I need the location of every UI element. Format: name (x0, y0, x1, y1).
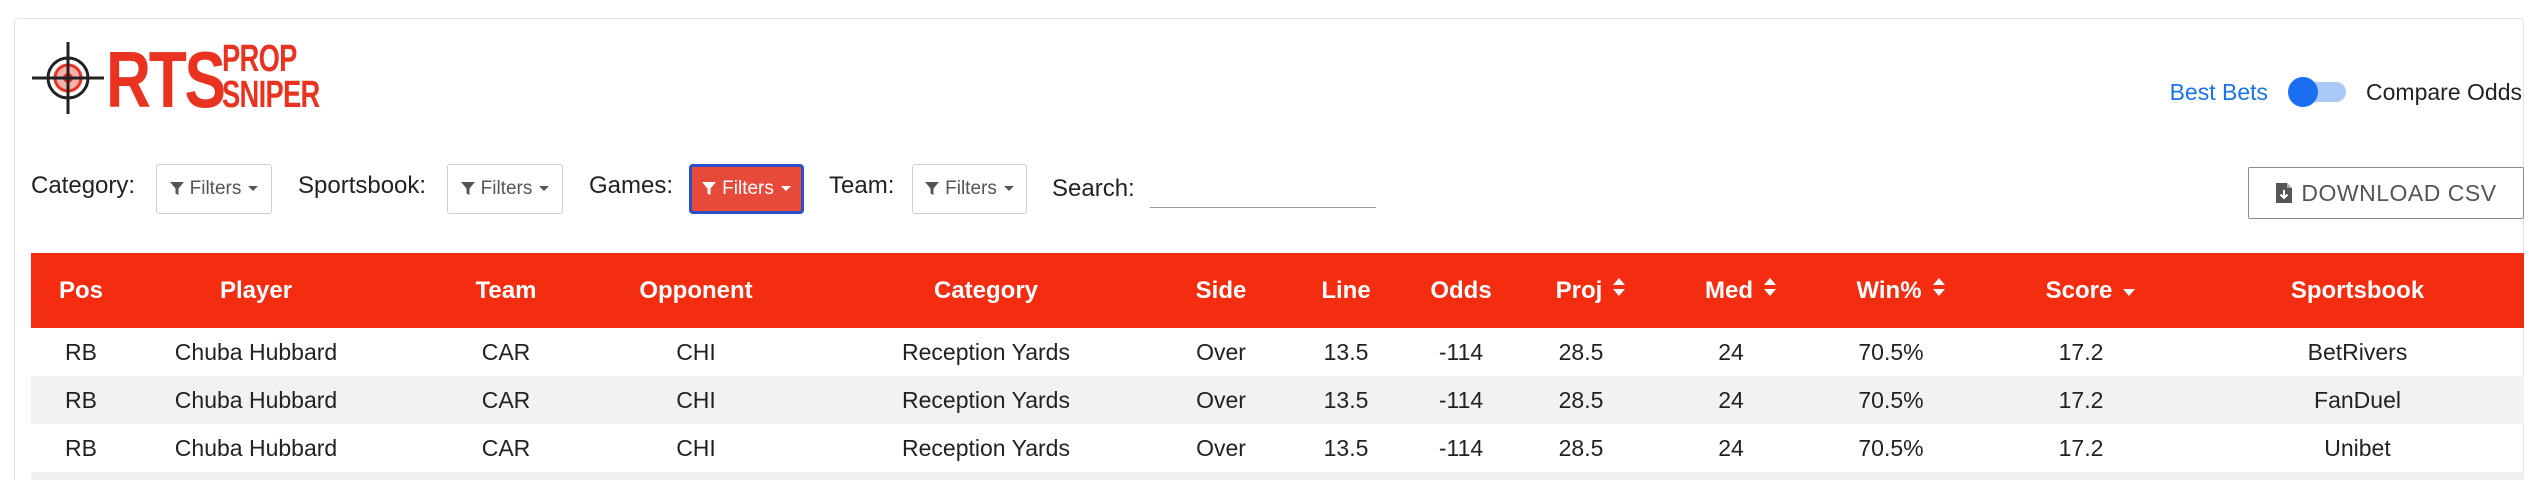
cell-category: Reception Yards (902, 339, 1070, 365)
games-filter-button[interactable]: Filters (689, 164, 804, 214)
games-filter-label: Games: (589, 172, 674, 199)
cell-score: 17.2 (2058, 387, 2104, 413)
cell-side: Over (1196, 387, 1246, 413)
cell-med: 24 (1718, 387, 1744, 413)
cell-pos: RB (65, 339, 97, 365)
cell-team: CAR (481, 339, 531, 365)
column-header-score[interactable]: Score (1991, 253, 2191, 328)
cell-player: Chuba Hubbard (174, 435, 338, 461)
sort-desc-icon (2122, 252, 2136, 327)
column-header-player[interactable]: Player (131, 253, 381, 328)
column-header-opponent[interactable]: Opponent (581, 253, 811, 328)
sort-both-icon (1763, 252, 1777, 327)
props-table: Pos Player Team Opponent Category Side L… (31, 253, 2524, 480)
logo-prop-text: PROP (222, 38, 297, 80)
cell-med: 24 (1718, 435, 1744, 461)
column-header-win-pct[interactable]: Win% (1801, 253, 2001, 328)
caret-down-icon (1003, 185, 1015, 193)
download-csv-label: DOWNLOAD CSV (2301, 179, 2497, 206)
table-row[interactable]: RB Chuba Hubbard CAR CHI Reception Yards… (31, 328, 2524, 376)
column-header-sportsbook[interactable]: Sportsbook (2191, 253, 2524, 328)
cell-opponent: CHI (676, 387, 716, 413)
team-filter-button[interactable]: Filters (912, 164, 1027, 214)
cell-win-pct: 70.5% (1858, 435, 1924, 461)
cell-score: 17.2 (2058, 435, 2104, 461)
switch-knob (2288, 77, 2319, 107)
cell-score: 17.2 (2058, 339, 2104, 365)
cell-win-pct: 70.5% (1858, 339, 1924, 365)
download-csv-button[interactable]: DOWNLOAD CSV (2248, 167, 2524, 219)
category-filter-text: Filters (189, 178, 242, 199)
best-bets-label[interactable]: Best Bets (2170, 79, 2268, 106)
filter-icon (701, 181, 717, 197)
cell-player: Chuba Hubbard (174, 387, 338, 413)
column-header-category[interactable]: Category (811, 253, 1161, 328)
column-header-side[interactable]: Side (1151, 253, 1291, 328)
column-header-team[interactable]: Team (431, 253, 581, 328)
rts-prop-sniper-logo[interactable]: RTS PROP SNIPER (30, 35, 320, 124)
search-input[interactable] (1150, 176, 1376, 208)
column-header-pos[interactable]: Pos (31, 253, 131, 328)
cell-category: Reception Yards (902, 387, 1070, 413)
cell-pos: RB (65, 435, 97, 461)
logo-sniper-text: SNIPER (222, 74, 320, 116)
cell-opponent: CHI (676, 339, 716, 365)
cell-sportsbook: BetRivers (2307, 339, 2408, 365)
caret-down-icon (538, 185, 550, 193)
sportsbook-filter-label: Sportsbook: (298, 172, 427, 199)
cell-pos: RB (65, 387, 97, 413)
cell-side: Over (1196, 435, 1246, 461)
crosshair-icon (32, 42, 104, 114)
table-row-partial (31, 472, 2524, 480)
table-row[interactable]: RB Chuba Hubbard CAR CHI Reception Yards… (31, 424, 2524, 472)
sportsbook-filter-text: Filters (480, 178, 533, 199)
sort-both-icon (1932, 252, 1946, 327)
search-label: Search: (1052, 175, 1135, 202)
filter-icon (169, 181, 185, 197)
sort-both-icon (1612, 252, 1626, 327)
caret-down-icon (780, 185, 792, 193)
category-filter-label: Category: (31, 172, 136, 199)
view-toggle: Best Bets Compare Odds (2170, 72, 2522, 112)
games-filter-text: Filters (722, 178, 774, 199)
table-header: Pos Player Team Opponent Category Side L… (31, 253, 2524, 328)
team-filter-label: Team: (829, 172, 895, 199)
compare-odds-label[interactable]: Compare Odds (2366, 79, 2522, 106)
cell-team: CAR (481, 387, 531, 413)
cell-opponent: CHI (676, 435, 716, 461)
table-row[interactable]: RB Chuba Hubbard CAR CHI Reception Yards… (31, 376, 2524, 424)
cell-team: CAR (481, 435, 531, 461)
file-download-icon (2275, 182, 2293, 204)
cell-category: Reception Yards (902, 435, 1070, 461)
filter-icon (924, 181, 940, 197)
cell-med: 24 (1718, 339, 1744, 365)
cell-win-pct: 70.5% (1858, 387, 1924, 413)
logo-rts-text: RTS (106, 35, 226, 124)
category-filter-button[interactable]: Filters (156, 164, 272, 214)
sportsbook-filter-button[interactable]: Filters (447, 164, 563, 214)
cell-player: Chuba Hubbard (174, 339, 338, 365)
filter-icon (460, 181, 476, 197)
team-filter-text: Filters (945, 178, 997, 199)
caret-down-icon (247, 185, 259, 193)
cell-sportsbook: FanDuel (2314, 387, 2401, 413)
best-bets-compare-odds-switch[interactable] (2288, 77, 2347, 107)
cell-side: Over (1196, 339, 1246, 365)
cell-sportsbook: Unibet (2324, 435, 2391, 461)
